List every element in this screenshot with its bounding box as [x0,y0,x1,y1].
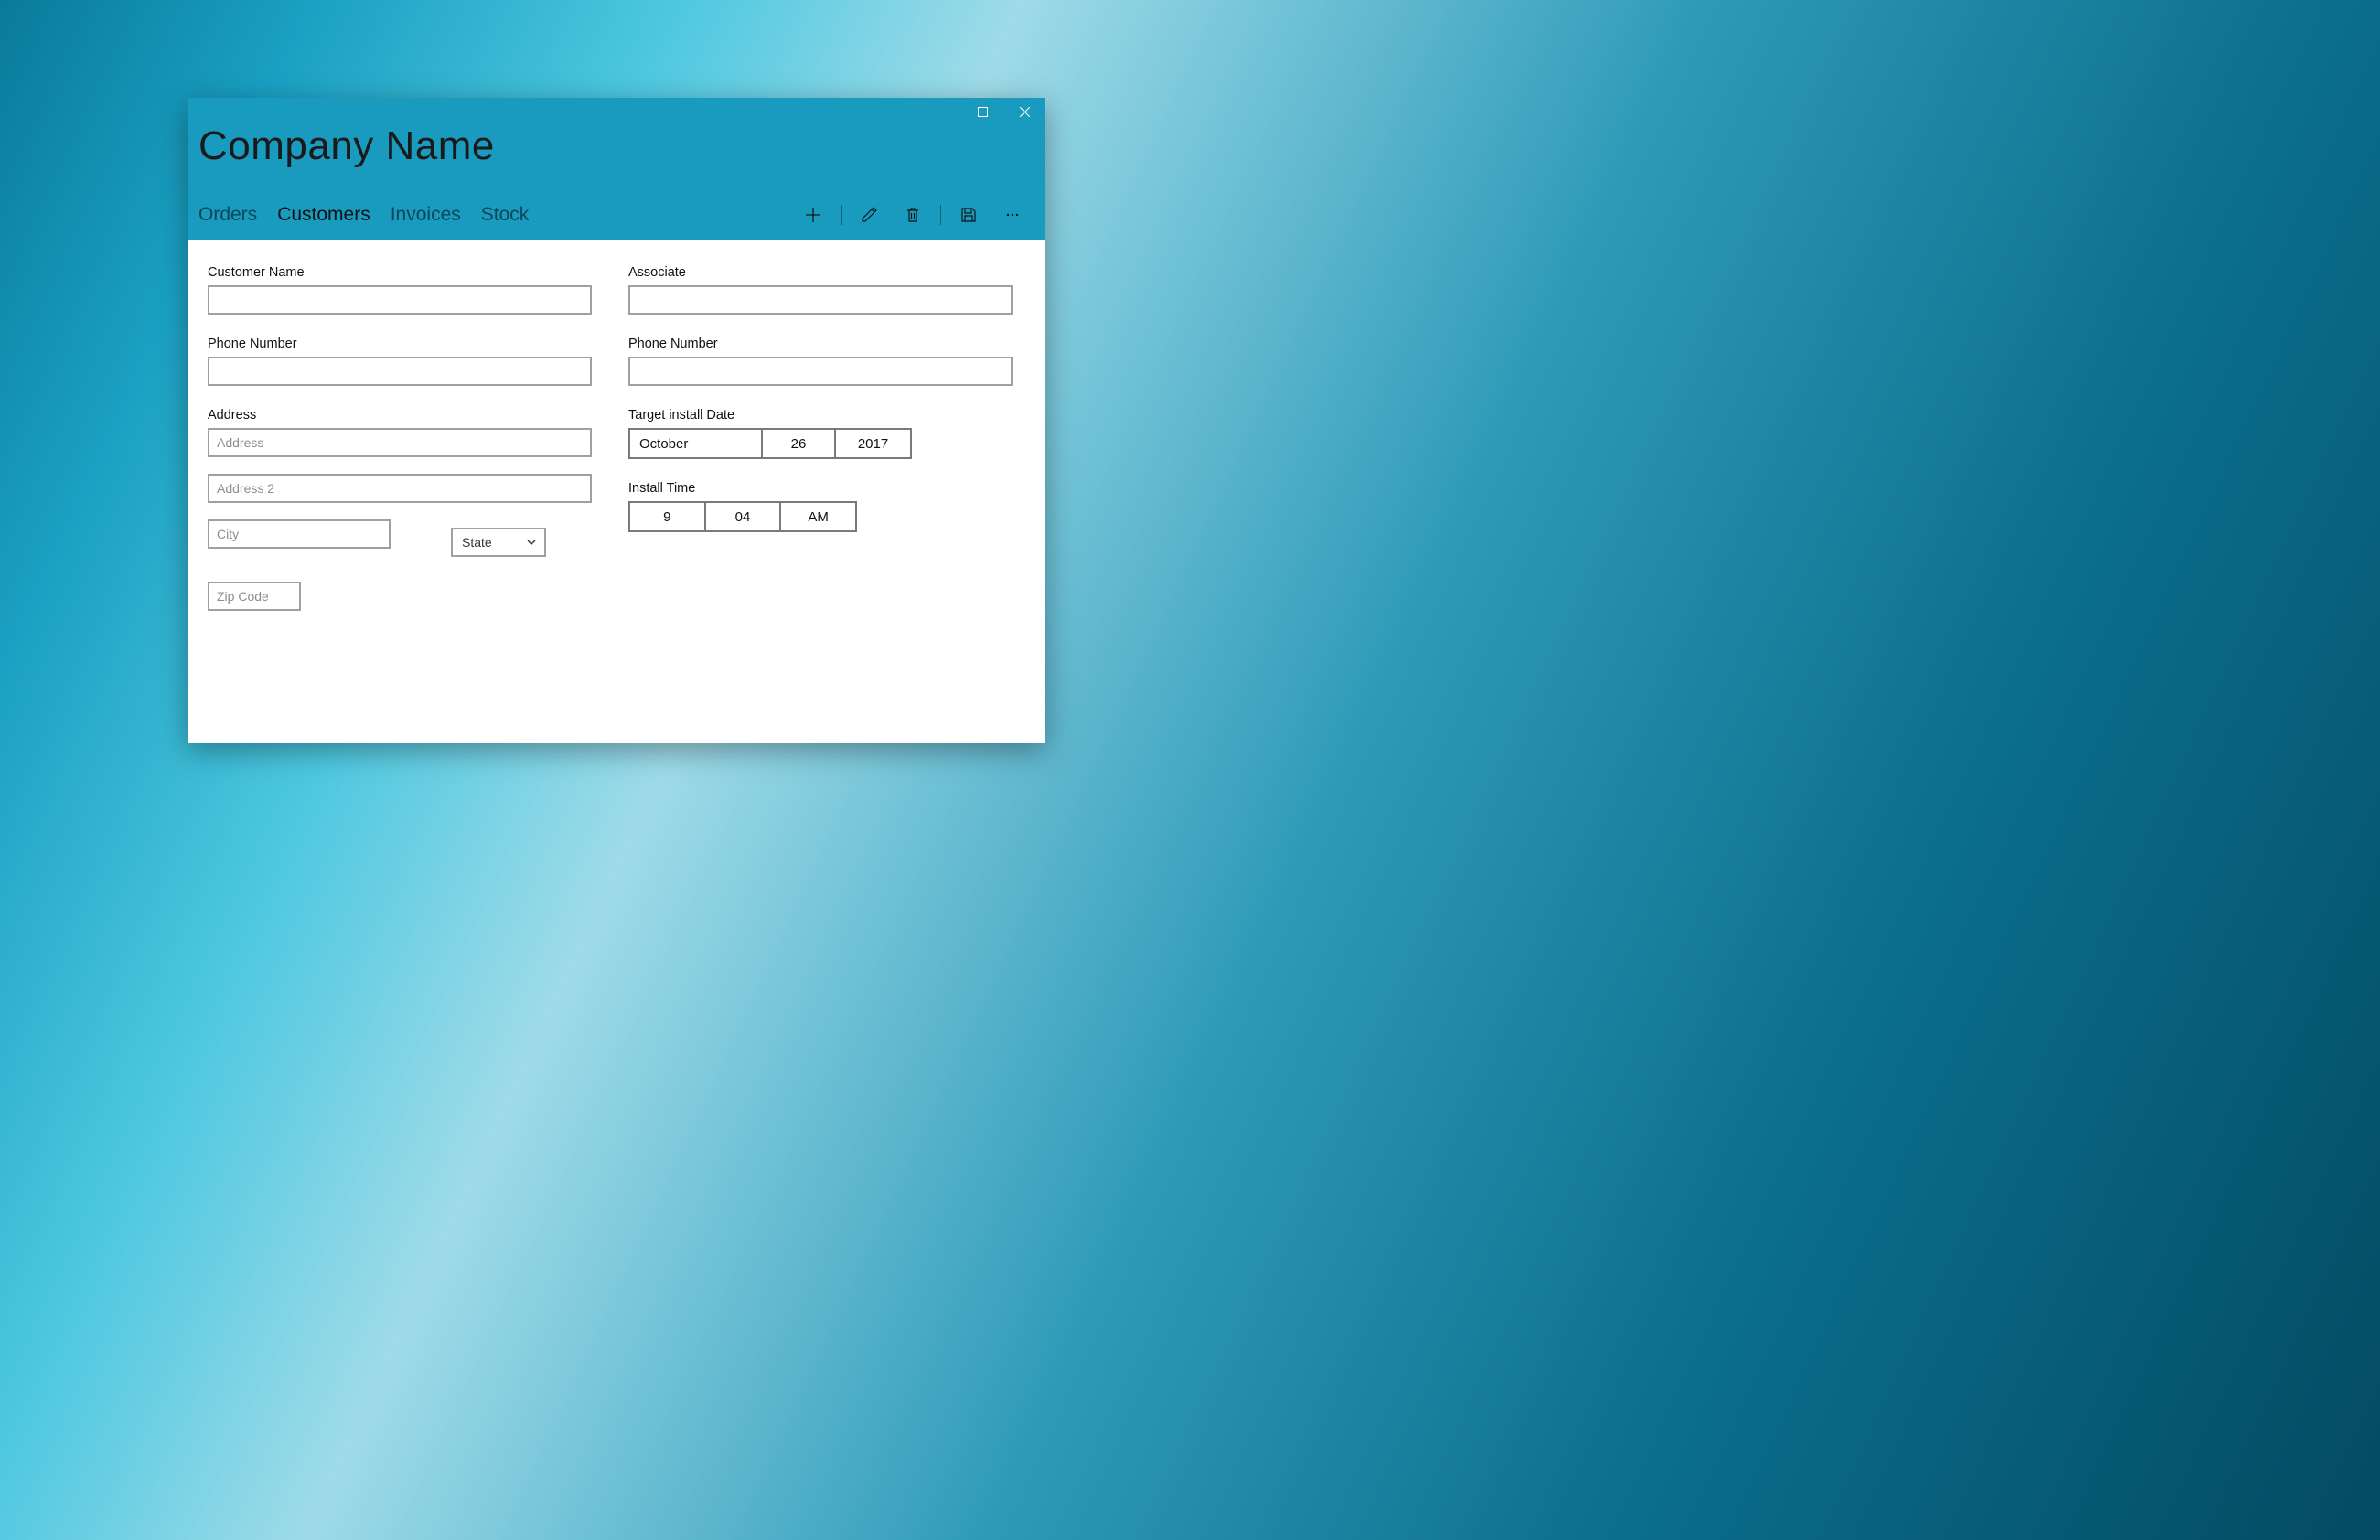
date-month-segment[interactable]: October [630,430,763,457]
address-line1-input[interactable] [208,428,592,457]
minimize-button[interactable] [919,98,961,125]
plus-icon [804,206,822,224]
state-select-label: State [462,535,492,550]
form-left-column: Customer Name Phone Number Address [208,265,592,723]
save-icon [960,206,978,224]
associate-phone-field: Phone Number [628,337,1013,386]
toolbar-separator [940,205,941,225]
zip-input[interactable] [208,582,301,611]
delete-button[interactable] [891,197,935,233]
date-year-segment[interactable]: 2017 [836,430,910,457]
tab-invoices[interactable]: Invoices [391,204,461,226]
maximize-icon [978,107,988,117]
menubar: Orders Customers Invoices Stock [188,190,1045,240]
time-minute-segment[interactable]: 04 [706,503,782,530]
associate-input[interactable] [628,285,1013,315]
more-button[interactable] [991,197,1035,233]
close-icon [1020,107,1030,117]
ellipsis-icon [1003,206,1022,224]
associate-label: Associate [628,265,1013,280]
tab-orders[interactable]: Orders [198,204,257,226]
state-select[interactable]: State [451,528,546,557]
add-button[interactable] [791,197,835,233]
customer-name-input[interactable] [208,285,592,315]
install-time-label: Install Time [628,481,1013,496]
address-field-group: Address State [208,408,592,627]
command-bar [791,197,1035,233]
maximize-button[interactable] [961,98,1003,125]
date-day-segment[interactable]: 26 [763,430,836,457]
customer-phone-label: Phone Number [208,337,592,351]
associate-field: Associate [628,265,1013,315]
time-hour-segment[interactable]: 9 [630,503,706,530]
form-content: Customer Name Phone Number Address [188,240,1045,743]
city-input[interactable] [208,519,391,549]
tab-stock[interactable]: Stock [481,204,530,226]
minimize-icon [936,107,946,117]
install-date-picker[interactable]: October 26 2017 [628,428,912,459]
customer-phone-input[interactable] [208,357,592,386]
address-label: Address [208,408,592,422]
nav-tabs: Orders Customers Invoices Stock [198,204,529,226]
close-button[interactable] [1003,98,1045,125]
edit-button[interactable] [847,197,891,233]
address-line2-input[interactable] [208,474,592,503]
toolbar-separator [841,205,842,225]
form-right-column: Associate Phone Number Target install Da… [628,265,1013,723]
install-time-field: Install Time 9 04 AM [628,481,1013,532]
tab-customers[interactable]: Customers [277,204,370,226]
customer-name-label: Customer Name [208,265,592,280]
install-date-label: Target install Date [628,408,1013,422]
customer-phone-field: Phone Number [208,337,592,386]
desktop-background: Company Name Orders Customers Invoices S… [0,0,1249,768]
install-time-picker[interactable]: 9 04 AM [628,501,857,532]
app-window: Company Name Orders Customers Invoices S… [188,98,1045,743]
app-title: Company Name [198,123,495,169]
customer-name-field: Customer Name [208,265,592,315]
install-date-field: Target install Date October 26 2017 [628,408,1013,459]
chevron-down-icon [526,537,537,548]
time-ampm-segment[interactable]: AM [781,503,855,530]
pencil-icon [860,206,878,224]
associate-phone-label: Phone Number [628,337,1013,351]
associate-phone-input[interactable] [628,357,1013,386]
window-caption-buttons [919,98,1045,125]
save-button[interactable] [947,197,991,233]
window-titlebar: Company Name Orders Customers Invoices S… [188,98,1045,240]
trash-icon [904,206,922,224]
